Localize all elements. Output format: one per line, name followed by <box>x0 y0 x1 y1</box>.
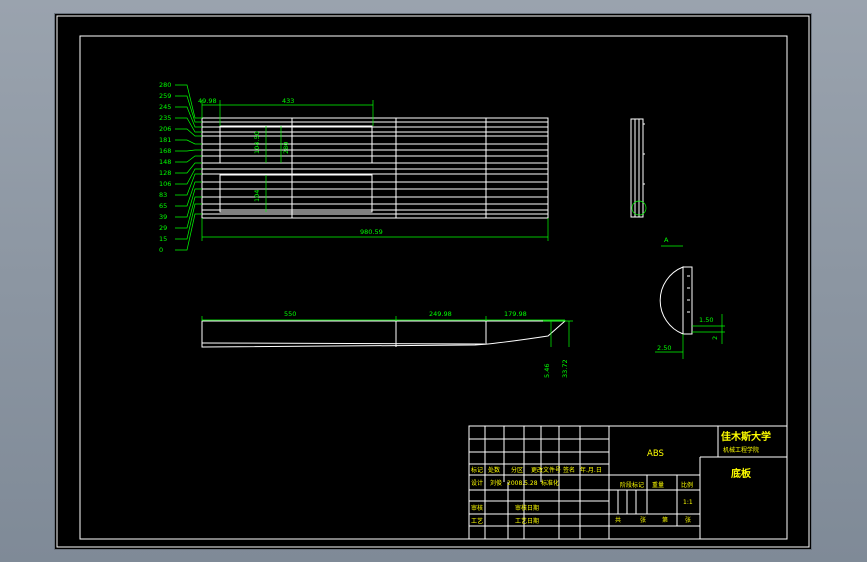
revision-header-labels: 标记 处数 分区 更改文件号 签名 年.月.日 <box>471 466 602 474</box>
sheets-total: 共 <box>615 516 621 524</box>
review-date-label: 审核日期 <box>515 504 539 512</box>
sheet-inner-border <box>79 35 788 540</box>
dim-inner-c: 104 <box>253 190 261 202</box>
ordinate-dim-label: 128 <box>159 169 171 177</box>
ordinate-leader <box>175 181 202 207</box>
weight-label: 重量 <box>652 481 664 489</box>
dim-side-a: 550 <box>284 310 296 318</box>
revision-header-label: 签名 <box>563 466 575 474</box>
dim-top-a: 49.98 <box>198 97 217 105</box>
ordinate-dim-label: 206 <box>159 125 171 133</box>
dim-side-b: 249.98 <box>429 310 452 318</box>
title-block: ABS 佳木斯大学 机械工程学院 底板 标记 处数 分区 更改文件号 签名 年.月.日 设… <box>468 425 788 540</box>
plan-view: 49.98 433 104.50 280 104 980.59 280 259 24… <box>159 81 549 254</box>
left-dimension-stack: 280 259 245 235 206 181 168 148 128 106 83 65 39 29 15… <box>159 81 202 254</box>
ordinate-dim-label: 15 <box>159 235 167 243</box>
ordinate-leader <box>175 188 202 218</box>
drawing-canvas: 49.98 433 104.50 280 104 980.59 280 259 24… <box>56 15 810 548</box>
plan-window-lower <box>219 174 373 213</box>
review-label: 审核 <box>471 504 483 512</box>
cad-drawing-viewport[interactable]: 49.98 433 104.50 280 104 980.59 280 259 24… <box>55 14 811 549</box>
ordinate-leader <box>175 106 202 128</box>
ordinate-dim-label: 29 <box>159 224 167 232</box>
sheet-label: 张 <box>685 516 691 524</box>
ordinate-leader <box>175 155 202 163</box>
standard-label: 标准化 <box>541 479 559 487</box>
designer: 刘俊 <box>490 479 502 487</box>
ordinate-leader <box>175 149 202 152</box>
process-label: 工艺 <box>471 517 483 525</box>
revision-header-label: 年.月.日 <box>580 466 602 474</box>
dim-detail-a: 1.50 <box>699 316 713 324</box>
ordinate-leader <box>175 162 202 174</box>
ordinate-dim-label: 168 <box>159 147 171 155</box>
ordinate-dim-label: 280 <box>159 81 171 89</box>
dim-v-b: 33.72 <box>561 359 569 378</box>
dim-side-c: 179.98 <box>504 310 527 318</box>
ordinate-leader <box>175 128 202 137</box>
ordinate-dim-label: 148 <box>159 158 171 166</box>
sheet-num: 第 <box>662 516 668 524</box>
ordinate-dim-label: 65 <box>159 202 167 210</box>
ordinate-dim-label: 0 <box>159 246 163 254</box>
dim-detail-c: 2 <box>711 336 719 340</box>
scale-value: 1:1 <box>683 499 693 506</box>
ordinate-dim-label: 39 <box>159 213 167 221</box>
dim-top-b: 433 <box>282 97 294 105</box>
detail-view: A 1.50 2.50 2 <box>655 236 725 359</box>
side-view: 550 249.98 179.98 5.46 33.72 <box>201 310 573 378</box>
detail-mark: A <box>664 236 669 244</box>
dim-v-a: 5.46 <box>543 364 551 378</box>
scale-label: 比例 <box>681 481 693 489</box>
ordinate-leader <box>175 139 202 145</box>
material: ABS <box>647 449 664 459</box>
ordinate-dim-label: 259 <box>159 92 171 100</box>
ordinate-dim-label: 245 <box>159 103 171 111</box>
university: 佳木斯大学 <box>721 430 771 443</box>
sheets-label: 张 <box>640 516 646 524</box>
ordinate-dim-label: 106 <box>159 180 171 188</box>
end-view <box>630 118 647 218</box>
revision-header-label: 更改文件号 <box>531 466 561 474</box>
ordinate-dim-label: 181 <box>159 136 171 144</box>
revision-header-label: 处数 <box>488 466 500 474</box>
ordinate-leader <box>175 173 202 196</box>
dim-inner-a: 104.50 <box>253 131 261 154</box>
process-date-label: 工艺日期 <box>515 517 539 525</box>
design-label: 设计 <box>471 479 483 487</box>
revision-header-label: 分区 <box>511 466 523 474</box>
dim-overall: 980.59 <box>360 228 383 236</box>
stage-label: 阶段标记 <box>620 481 644 489</box>
dim-inner-b: 280 <box>282 142 290 154</box>
ordinate-dim-label: 83 <box>159 191 167 199</box>
college: 机械工程学院 <box>723 446 759 454</box>
ordinate-dim-label: 235 <box>159 114 171 122</box>
dim-detail-b: 2.50 <box>657 344 671 352</box>
part-name: 底板 <box>731 467 752 480</box>
design-date: 2008.5.28 <box>507 480 538 487</box>
revision-header-label: 标记 <box>471 466 483 474</box>
